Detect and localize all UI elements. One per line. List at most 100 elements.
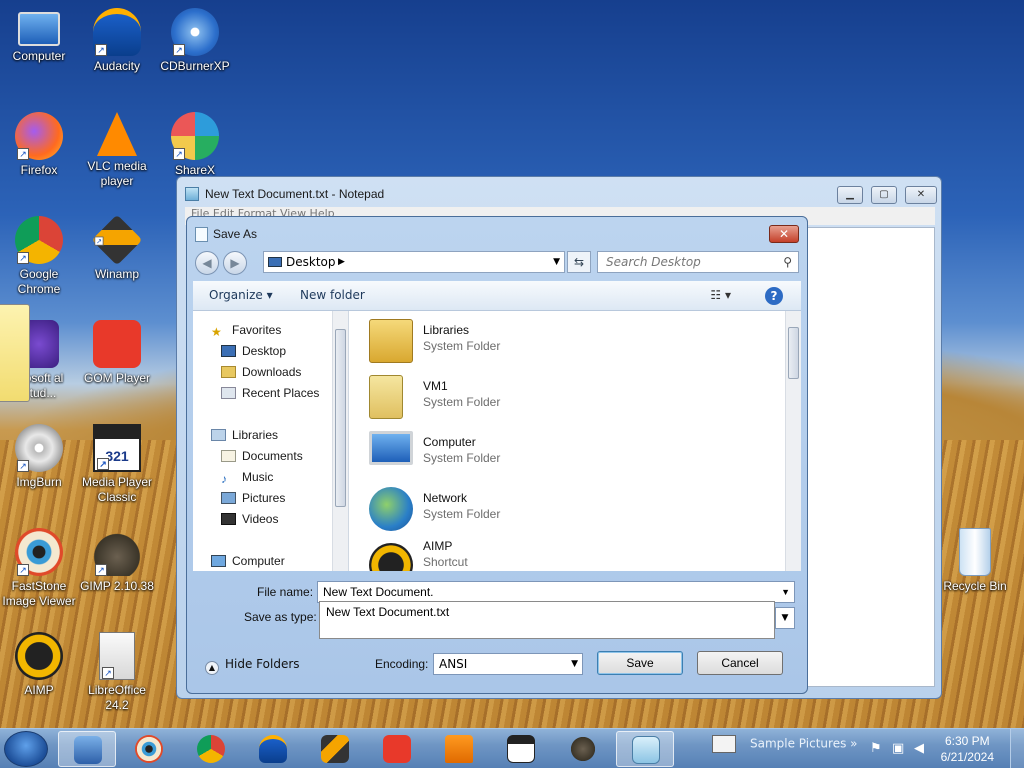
notepad-text-area[interactable]: [807, 227, 935, 687]
new-folder-button[interactable]: New folder: [300, 288, 365, 302]
firefox-icon: ↗: [15, 112, 63, 160]
taskbar-item-vlc[interactable]: [430, 731, 488, 767]
desktop-icon-gom-player[interactable]: GOM Player: [78, 320, 156, 386]
nav-scrollbar[interactable]: [332, 311, 348, 571]
save-as-type-dropdown[interactable]: ▼: [775, 607, 795, 629]
start-button[interactable]: [4, 731, 48, 767]
desktop-icon-libreoffice[interactable]: ↗ LibreOffice 24.2: [78, 632, 156, 713]
show-desktop-button[interactable]: [1010, 729, 1024, 768]
nav-desktop[interactable]: Desktop: [221, 344, 286, 358]
save-as-dialog[interactable]: Save As ✕ ◀ ▶ Desktop ▶ ▼ ⇆ Search Deskt…: [186, 216, 808, 694]
list-item[interactable]: Libraries System Folder: [367, 315, 767, 367]
desktop-icon-sharex[interactable]: ↗ ShareX: [156, 112, 234, 178]
refresh-button[interactable]: ⇆: [567, 251, 591, 273]
desktop-icon-mpc[interactable]: 321 ↗ Media Player Classic: [78, 424, 156, 505]
file-list-scroll-thumb[interactable]: [788, 327, 799, 379]
desktop-icon-winamp[interactable]: ↗ Winamp: [78, 214, 156, 282]
sample-pictures-toolbar[interactable]: Sample Pictures »: [712, 735, 858, 753]
desktop-icon-label: Computer: [12, 49, 66, 63]
clock[interactable]: 6:30 PM 6/21/2024: [941, 733, 994, 765]
nav-downloads[interactable]: Downloads: [221, 365, 301, 379]
chevron-down-icon[interactable]: ▼: [781, 582, 790, 602]
nav-pictures[interactable]: Pictures: [221, 491, 285, 505]
taskbar-item-chrome[interactable]: [182, 731, 240, 767]
taskbar: Sample Pictures » ⚑ ▣ ◀ 6:30 PM 6/21/202…: [0, 728, 1024, 768]
star-icon: ★: [211, 325, 222, 339]
desktop-icon-label: GOM Player: [83, 371, 150, 385]
network-icon[interactable]: ▣: [892, 741, 904, 756]
dialog-close-button[interactable]: ✕: [769, 225, 799, 243]
encoding-label: Encoding:: [375, 657, 429, 671]
nav-music[interactable]: ♪ Music: [221, 470, 273, 486]
desktop-icon-firefox[interactable]: ↗ Firefox: [0, 112, 78, 178]
maximize-button[interactable]: ▢: [871, 186, 897, 204]
navigation-pane[interactable]: ★ Favorites Desktop Downloads Recent Plac…: [193, 311, 349, 571]
nav-recent-places[interactable]: Recent Places: [221, 386, 319, 400]
desktop-icon-recycle-bin[interactable]: Recycle Bin: [936, 528, 1014, 594]
hide-folders-button[interactable]: ▲ Hide Folders: [205, 657, 300, 675]
autocomplete-suggestion[interactable]: New Text Document.txt: [319, 601, 775, 639]
nav-computer[interactable]: Computer: [211, 554, 285, 568]
desktop-icon-imgburn[interactable]: ↗ ImgBurn: [0, 424, 78, 490]
desktop-icon-label: CDBurnerXP: [160, 59, 230, 73]
libraries-icon: [211, 429, 226, 441]
desktop-icon-gimp[interactable]: ↗ GIMP 2.10.38: [78, 528, 156, 594]
nav-videos[interactable]: Videos: [221, 512, 278, 526]
music-icon: ♪: [221, 472, 227, 486]
taskbar-item-explorer[interactable]: [58, 731, 116, 767]
file-list-scrollbar[interactable]: [785, 311, 801, 571]
help-button[interactable]: ?: [765, 287, 783, 305]
list-item[interactable]: VM1 System Folder: [367, 371, 767, 423]
taskbar-item-notepad[interactable]: [616, 731, 674, 767]
breadcrumb-arrow-icon[interactable]: ▶: [338, 252, 345, 272]
nav-favorites[interactable]: ★ Favorites: [211, 323, 281, 339]
document-icon: ↗: [99, 632, 135, 680]
headphones-icon: [259, 735, 287, 763]
flag-icon[interactable]: ⚑: [870, 741, 882, 756]
taskbar-item-mpc[interactable]: [492, 731, 550, 767]
desktop-icon-label: Winamp: [94, 267, 139, 281]
desktop-icon-cdburnerxp[interactable]: ↗ CDBurnerXP: [156, 8, 234, 74]
encoding-select[interactable]: ANSI ▼: [433, 653, 583, 675]
close-button[interactable]: ✕: [905, 186, 937, 204]
autocomplete-item[interactable]: New Text Document.txt: [326, 605, 449, 619]
traffic-cone-icon: [445, 735, 473, 763]
desktop-icon-faststone[interactable]: ↗ FastStone Image Viewer: [0, 528, 78, 609]
aimp-icon: [369, 543, 413, 571]
views-icon[interactable]: ☷ ▾: [710, 288, 731, 302]
chevron-down-icon[interactable]: ▼: [553, 252, 560, 272]
search-input[interactable]: Search Desktop ⚲: [597, 251, 799, 273]
desktop-icon-vlc[interactable]: VLC media player: [78, 112, 156, 189]
taskbar-item-faststone[interactable]: [120, 731, 178, 767]
nav-libraries[interactable]: Libraries: [211, 428, 278, 442]
clapperboard-icon: [507, 735, 535, 763]
list-item[interactable]: AIMP Shortcut: [367, 539, 767, 571]
list-item[interactable]: Computer System Folder: [367, 427, 767, 479]
save-button[interactable]: Save: [597, 651, 683, 675]
desktop-icon-aimp[interactable]: AIMP: [0, 632, 78, 698]
sticky-notes-window[interactable]: [0, 304, 30, 402]
aimp-icon: [15, 632, 63, 680]
file-name-input[interactable]: New Text Document. ▼: [317, 581, 795, 603]
chevron-right-icon[interactable]: »: [850, 737, 857, 751]
list-item[interactable]: Network System Folder: [367, 483, 767, 535]
nav-documents[interactable]: Documents: [221, 449, 303, 463]
nav-scroll-thumb[interactable]: [335, 329, 346, 507]
organize-button[interactable]: Organize ▾: [209, 288, 273, 302]
back-button[interactable]: ◀: [195, 251, 219, 275]
speaker-icon[interactable]: ◀: [914, 741, 924, 756]
minimize-button[interactable]: ▁: [837, 186, 863, 204]
taskbar-item-audacity[interactable]: [244, 731, 302, 767]
address-bar[interactable]: Desktop ▶ ▼: [263, 251, 565, 273]
notepad-icon: [185, 187, 199, 201]
cancel-button[interactable]: Cancel: [697, 651, 783, 675]
desktop-icon-chrome[interactable]: ↗ Google Chrome: [0, 216, 78, 297]
desktop-icon-computer[interactable]: Computer: [0, 8, 78, 64]
taskbar-item-gom[interactable]: [368, 731, 426, 767]
taskbar-item-winamp[interactable]: [306, 731, 364, 767]
desktop-icon-audacity[interactable]: ↗ Audacity: [78, 8, 156, 74]
taskbar-item-gimp[interactable]: [554, 731, 612, 767]
file-list[interactable]: Libraries System Folder VM1 System Folde…: [349, 311, 801, 571]
chevron-down-icon[interactable]: ▼: [571, 654, 578, 674]
forward-button[interactable]: ▶: [223, 251, 247, 275]
